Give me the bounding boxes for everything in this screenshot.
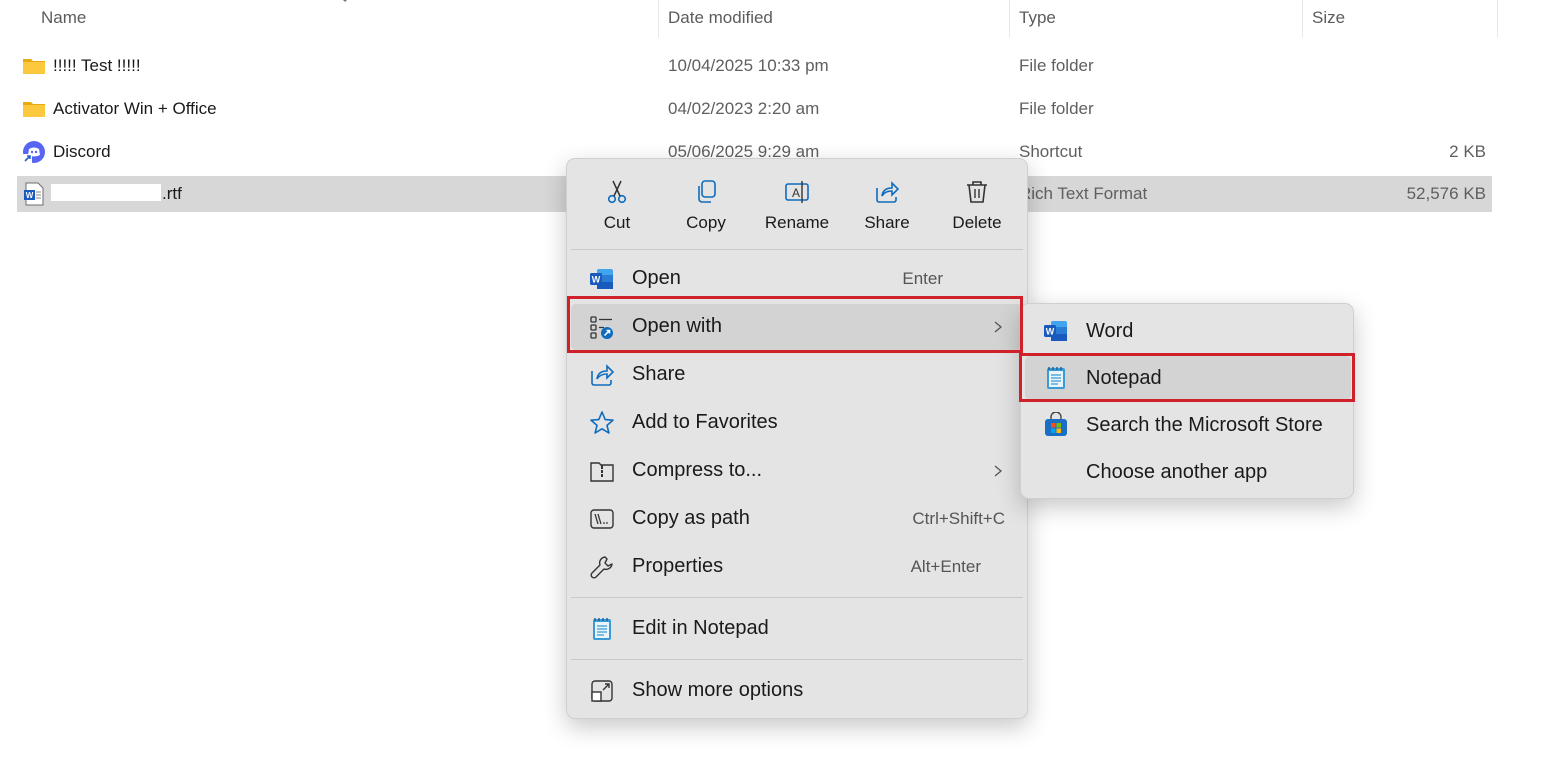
notepad-icon xyxy=(593,618,611,640)
submenu-item-word[interactable]: W Word xyxy=(1025,309,1351,353)
column-separator[interactable] xyxy=(1302,0,1303,38)
column-separator[interactable] xyxy=(1009,0,1010,38)
menu-item-label: Share xyxy=(632,363,686,385)
rename-button[interactable]: A Rename xyxy=(757,173,837,243)
menu-item-compress-to[interactable]: Compress to... xyxy=(571,448,1023,494)
menu-item-label: Compress to... xyxy=(632,459,763,481)
column-header-name[interactable]: Name xyxy=(41,8,86,28)
word-icon: W xyxy=(590,269,613,289)
column-separator[interactable] xyxy=(1497,0,1498,38)
delete-label: Delete xyxy=(952,213,1002,232)
menu-divider xyxy=(571,597,1023,598)
file-row[interactable]: Activator Win + Office 04/02/2023 2:20 a… xyxy=(17,91,1492,127)
chevron-right-icon xyxy=(994,465,1003,477)
more-options-icon xyxy=(591,680,613,702)
menu-divider xyxy=(571,249,1023,250)
svg-text:W: W xyxy=(1046,327,1055,337)
submenu-item-label: Search the Microsoft Store xyxy=(1086,414,1323,436)
menu-item-label: Open with xyxy=(632,315,723,337)
share-icon xyxy=(876,181,900,203)
share-quick-button[interactable]: Share xyxy=(847,173,927,243)
file-type: File folder xyxy=(1019,99,1094,118)
submenu-item-label: Notepad xyxy=(1086,367,1162,389)
cut-label: Cut xyxy=(603,213,631,232)
menu-item-label: Add to Favorites xyxy=(632,411,778,433)
file-list-header: Name Date modified Type Size xyxy=(0,0,1500,38)
rename-icon: A xyxy=(785,181,809,203)
menu-item-shortcut: Ctrl+Shift+C xyxy=(912,509,1005,528)
file-date: 10/04/2025 10:33 pm xyxy=(668,56,829,75)
menu-item-label: Open xyxy=(632,267,681,289)
menu-item-open-with[interactable]: Open with xyxy=(571,304,1023,350)
file-name: !!!!! Test !!!!! xyxy=(53,56,141,75)
submenu-item-notepad[interactable]: Notepad xyxy=(1025,356,1351,400)
trash-icon xyxy=(967,181,987,203)
menu-item-label: Show more options xyxy=(632,679,804,701)
copy-label: Copy xyxy=(686,213,726,232)
discord-icon xyxy=(23,141,45,163)
context-menu: Cut Copy A Rename Share Delete W Open En… xyxy=(566,158,1028,719)
delete-button[interactable]: Delete xyxy=(937,173,1017,243)
menu-divider xyxy=(571,659,1023,660)
chevron-right-icon xyxy=(994,321,1003,333)
svg-text:W: W xyxy=(26,191,34,200)
svg-text:A: A xyxy=(792,186,800,200)
copy-icon xyxy=(698,180,716,203)
rename-label: Rename xyxy=(764,213,830,232)
submenu-item-label: Word xyxy=(1086,320,1134,342)
folder-icon xyxy=(23,59,45,74)
file-type: Shortcut xyxy=(1019,142,1083,161)
column-separator[interactable] xyxy=(658,0,659,38)
notepad-icon xyxy=(1047,367,1065,389)
file-name: Discord xyxy=(53,142,111,161)
share-label: Share xyxy=(864,213,910,232)
menu-item-shortcut: Enter xyxy=(902,269,943,288)
submenu-item-search-store[interactable]: Search the Microsoft Store xyxy=(1025,403,1351,447)
menu-item-show-more-options[interactable]: Show more options xyxy=(571,668,1023,714)
menu-item-label: Properties xyxy=(632,555,724,577)
menu-item-label: Edit in Notepad xyxy=(632,617,769,639)
scissors-icon xyxy=(607,180,627,204)
column-header-size[interactable]: Size xyxy=(1312,8,1345,28)
file-name: Activator Win + Office xyxy=(53,99,217,118)
folder-icon xyxy=(23,102,45,117)
cut-button[interactable]: Cut xyxy=(577,173,657,243)
menu-item-share[interactable]: Share xyxy=(571,352,1023,398)
star-icon xyxy=(590,411,614,434)
menu-item-open[interactable]: W Open Enter xyxy=(571,256,1023,302)
sort-up-icon xyxy=(343,0,347,2)
wrench-icon xyxy=(590,556,613,579)
menu-item-shortcut: Alt+Enter xyxy=(910,557,981,576)
file-type: File folder xyxy=(1019,56,1094,75)
submenu-item-label: Choose another app xyxy=(1086,461,1268,483)
file-row[interactable]: !!!!! Test !!!!! 10/04/2025 10:33 pm Fil… xyxy=(17,48,1492,84)
quick-actions-bar: Cut Copy A Rename Share Delete xyxy=(567,159,1027,249)
file-date: 04/02/2023 2:20 am xyxy=(668,99,820,118)
open-with-submenu: W Word Notepad Search the Microsoft Stor… xyxy=(1020,303,1354,499)
file-extension: .rtf xyxy=(162,184,182,203)
word-icon: W xyxy=(1044,321,1067,341)
file-size: 2 KB xyxy=(1449,142,1486,161)
file-size: 52,576 KB xyxy=(1406,184,1486,203)
menu-item-edit-in-notepad[interactable]: Edit in Notepad xyxy=(571,606,1023,652)
menu-item-properties[interactable]: Properties Alt+Enter xyxy=(571,544,1023,590)
word-doc-icon: W xyxy=(24,182,44,206)
store-icon xyxy=(1045,412,1067,436)
redacted-filename xyxy=(51,184,161,201)
zip-folder-icon xyxy=(590,462,614,482)
menu-item-add-to-favorites[interactable]: Add to Favorites xyxy=(571,400,1023,446)
menu-item-copy-as-path[interactable]: Copy as path Ctrl+Shift+C xyxy=(571,496,1023,542)
column-header-type[interactable]: Type xyxy=(1019,8,1056,28)
copy-button[interactable]: Copy xyxy=(666,173,746,243)
file-type: Rich Text Format xyxy=(1019,184,1148,203)
menu-item-label: Copy as path xyxy=(632,507,750,529)
submenu-item-choose-another-app[interactable]: Choose another app xyxy=(1025,450,1351,494)
svg-text:W: W xyxy=(592,275,601,285)
share-icon xyxy=(591,364,615,386)
column-header-date-modified[interactable]: Date modified xyxy=(668,8,773,28)
open-with-icon xyxy=(590,316,613,339)
file-name: .rtf xyxy=(51,184,182,204)
copy-path-icon xyxy=(590,509,614,529)
